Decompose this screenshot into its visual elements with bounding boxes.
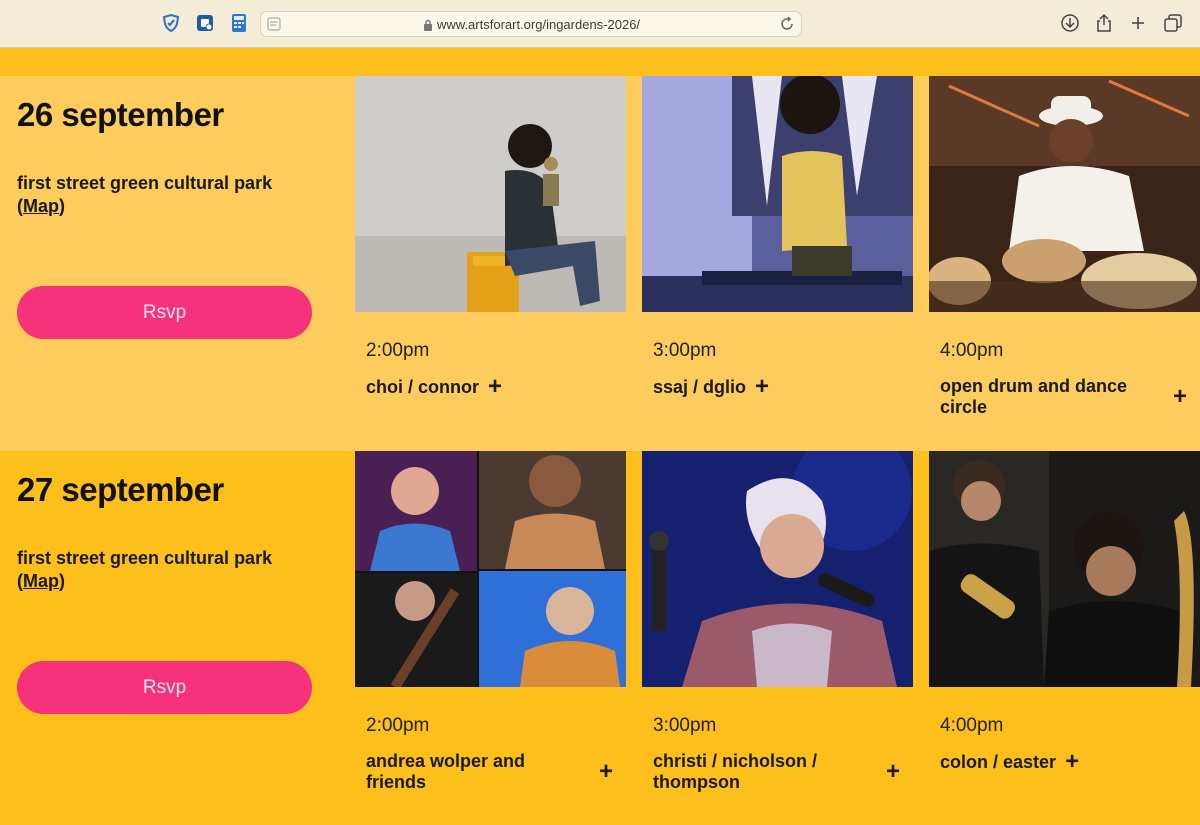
event-time: 2:00pm — [366, 715, 430, 736]
event-card[interactable]: 4:00pm open drum and dance circle + — [929, 76, 1200, 417]
url-text: www.artsforart.org/ingardens-2026/ — [437, 17, 641, 32]
event-artist-name: colon / easter — [940, 752, 1057, 772]
expand-plus-icon[interactable]: + — [755, 373, 769, 400]
reload-icon[interactable] — [779, 16, 795, 37]
event-artist-name: choi / connor — [366, 377, 480, 397]
expand-plus-icon[interactable]: + — [488, 373, 502, 400]
lock-icon — [423, 18, 433, 36]
map-link[interactable]: Map — [23, 571, 59, 591]
event-card[interactable]: 2:00pm choi / connor + — [355, 76, 626, 399]
event-time: 3:00pm — [653, 715, 717, 736]
rsvp-button[interactable]: Rsvp — [17, 286, 312, 339]
event-time: 4:00pm — [940, 715, 1004, 736]
downloads-icon[interactable] — [1059, 12, 1081, 34]
performer-photo[interactable] — [355, 451, 626, 687]
new-tab-icon[interactable] — [1127, 12, 1149, 34]
event-card[interactable]: 3:00pm christi / nicholson / thompson + — [642, 451, 913, 792]
expand-plus-icon[interactable]: + — [886, 760, 900, 784]
password-extension-icon[interactable] — [194, 12, 216, 34]
event-artist-name: ssaj / dglio — [653, 377, 747, 397]
expand-plus-icon[interactable]: + — [1173, 385, 1187, 409]
day-section-26-september: 26 september first street green cultural… — [0, 76, 1200, 451]
day-info: 27 september first street green cultural… — [17, 471, 327, 593]
venue-name: first street green cultural park — [17, 173, 273, 193]
event-artist[interactable]: colon / easter + — [940, 748, 1164, 775]
event-artist[interactable]: andrea wolper and friends — [366, 751, 590, 793]
page-top-band — [0, 49, 1200, 76]
rsvp-button[interactable]: Rsvp — [17, 661, 312, 714]
page-format-icon[interactable] — [267, 17, 281, 36]
venue: first street green cultural park (Map) — [17, 173, 273, 216]
address-bar[interactable]: www.artsforart.org/ingardens-2026/ — [260, 11, 802, 37]
performer-photo[interactable] — [642, 76, 913, 312]
event-time: 4:00pm — [940, 340, 1004, 361]
event-card[interactable]: 2:00pm andrea wolper and friends + — [355, 451, 626, 792]
performer-photo[interactable] — [355, 76, 626, 312]
event-card[interactable]: 3:00pm ssaj / dglio + — [642, 76, 913, 399]
event-time: 2:00pm — [366, 340, 430, 361]
shield-extension-icon[interactable] — [160, 12, 182, 34]
day-date: 27 september — [17, 471, 224, 508]
event-artist[interactable]: ssaj / dglio + — [653, 373, 877, 400]
event-artist[interactable]: choi / connor + — [366, 373, 590, 400]
venue-name: first street green cultural park — [17, 548, 273, 568]
expand-plus-icon[interactable]: + — [1065, 748, 1079, 775]
event-artist[interactable]: open drum and dance circle — [940, 376, 1164, 418]
performer-photo[interactable] — [642, 451, 913, 687]
event-artist[interactable]: christi / nicholson / thompson — [653, 751, 877, 793]
share-icon[interactable] — [1093, 12, 1115, 34]
expand-plus-icon[interactable]: + — [599, 760, 613, 784]
performer-photo[interactable] — [929, 76, 1200, 312]
venue: first street green cultural park (Map) — [17, 548, 273, 591]
day-info: 26 september first street green cultural… — [17, 96, 327, 218]
day-date: 26 september — [17, 96, 224, 133]
day-section-27-september: 27 september first street green cultural… — [0, 451, 1200, 825]
calculator-extension-icon[interactable] — [228, 12, 250, 34]
event-time: 3:00pm — [653, 340, 717, 361]
map-link[interactable]: Map — [23, 196, 59, 216]
browser-toolbar: www.artsforart.org/ingardens-2026/ — [0, 0, 1200, 48]
performer-photo[interactable] — [929, 451, 1200, 687]
tab-overview-icon[interactable] — [1162, 12, 1184, 34]
event-card[interactable]: 4:00pm colon / easter + — [929, 451, 1200, 774]
